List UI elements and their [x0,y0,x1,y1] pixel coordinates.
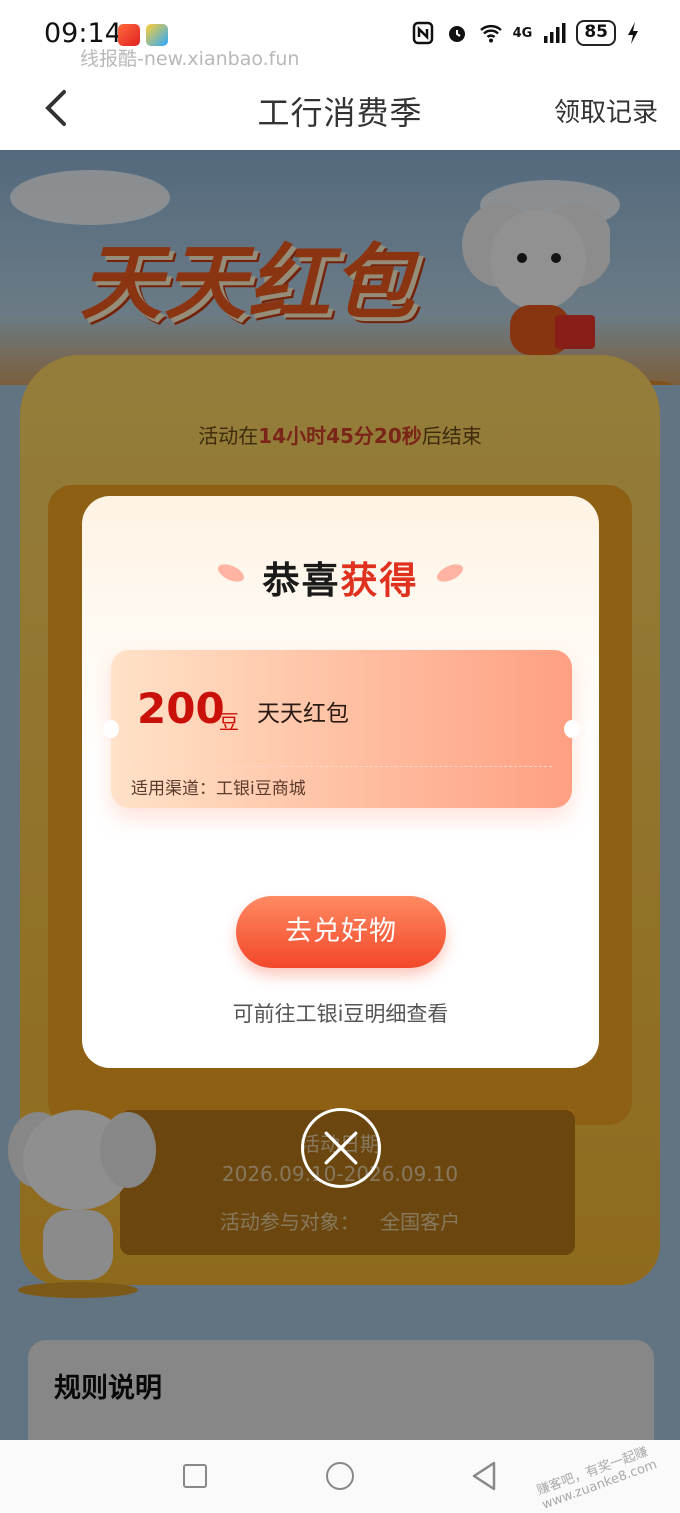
watermark-text: 线报酷-new.xianbao.fun [80,48,300,70]
dialog-title-black: 恭喜 [262,559,341,602]
close-icon[interactable] [301,1108,381,1188]
home-icon[interactable] [326,1462,354,1490]
dialog-hint: 可前往工银i豆明细查看 [232,1002,449,1026]
network-type: 4G [512,25,533,41]
notification-app-icon [146,24,168,46]
status-bar: 09:14 线报酷-new.xianbao.fun 4G 85 [0,0,680,72]
recents-icon[interactable] [183,1464,207,1488]
status-icons: 4G 85 [411,20,640,46]
reward-dialog: 恭喜获得 200 豆 天天红包 适用渠道：工银i豆商城 去兑好物 可前往工银i豆… [82,496,599,1068]
back-triangle-icon[interactable] [470,1460,498,1492]
signal-icon [544,23,566,43]
notification-app-icon [118,24,140,46]
alarm-icon [448,26,465,42]
wifi-icon [479,25,502,43]
reward-coupon: 200 豆 天天红包 适用渠道：工银i豆商城 [103,650,580,808]
coupon-amount: 200 [137,684,225,733]
claim-record-link[interactable]: 领取记录 [554,92,658,129]
charging-icon [628,22,638,44]
dialog-title: 恭喜获得 [82,550,599,604]
nfc-icon [412,21,433,45]
coupon-unit: 豆 [219,710,239,734]
battery-icon: 85 [576,20,616,46]
navigation-bar: 工行消费季 领取记录 [0,72,680,150]
dialog-title-red: 获得 [340,559,419,602]
redeem-goods-button[interactable]: 去兑好物 [236,896,446,968]
coupon-channel: 适用渠道：工银i豆商城 [131,779,306,799]
coupon-name: 天天红包 [257,701,349,727]
